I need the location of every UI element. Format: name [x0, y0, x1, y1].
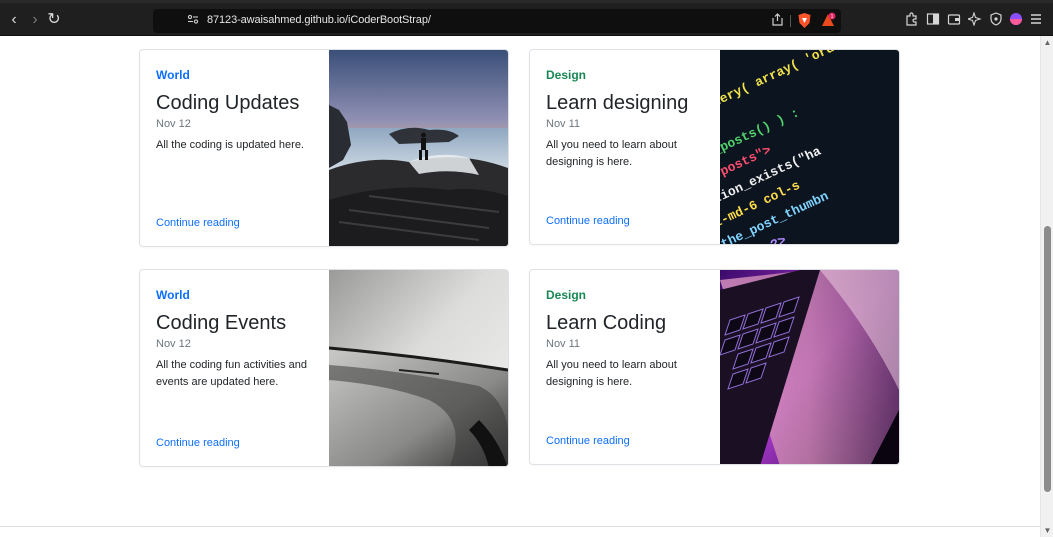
- card-title: Coding Updates: [156, 92, 300, 114]
- continue-reading-link[interactable]: Continue reading: [156, 437, 240, 449]
- code-screen-photo: WP_Query( array( 'ord ) ); have_posts() …: [720, 50, 899, 244]
- leo-ai-icon[interactable]: [966, 11, 983, 28]
- continue-reading-link[interactable]: Continue reading: [156, 217, 240, 229]
- laptop-keyboard-photo: [720, 270, 899, 464]
- card-title: Learn designing: [546, 92, 689, 114]
- share-icon[interactable]: [770, 13, 784, 29]
- scrollbar-thumb[interactable]: [1044, 226, 1051, 492]
- vertical-scrollbar[interactable]: ▲ ▼: [1040, 36, 1053, 537]
- card-date: Nov 12: [156, 338, 191, 350]
- card-body: Design Learn Coding Nov 11 All you need …: [546, 288, 711, 458]
- card-description: All you need to learn about designing is…: [546, 359, 677, 388]
- address-bar[interactable]: 87123-awaisahmed.github.io/iCoderBootStr…: [153, 9, 841, 33]
- card-category: Design: [546, 68, 587, 82]
- svg-text:1: 1: [831, 14, 834, 20]
- blog-card: Design Learn designing Nov 11 All you ne…: [529, 49, 900, 245]
- blog-card: World Coding Events Nov 12 All the codin…: [139, 269, 509, 467]
- card-body: World Coding Updates Nov 12 All the codi…: [156, 68, 321, 238]
- blog-card: Design Learn Coding Nov 11 All you need …: [529, 269, 900, 465]
- card-date: Nov 11: [546, 338, 581, 350]
- reload-button[interactable]: ↻: [46, 11, 62, 29]
- card-title: Learn Coding: [546, 312, 667, 334]
- brave-shields-icon[interactable]: [797, 12, 811, 28]
- scroll-up-arrow-icon[interactable]: ▲: [1043, 38, 1052, 47]
- separator: [790, 15, 791, 27]
- card-category: Design: [546, 288, 587, 302]
- browser-toolbar: ‹ › ↻ 87123-awaisahmed.github.io/iCoderB…: [0, 0, 1053, 36]
- site-settings-icon[interactable]: [186, 13, 200, 29]
- card-body: World Coding Events Nov 12 All the codin…: [156, 288, 321, 458]
- extensions-icon[interactable]: [904, 12, 920, 28]
- sidebar-icon[interactable]: [925, 12, 941, 28]
- menu-icon[interactable]: [1028, 12, 1044, 28]
- card-date: Nov 11: [546, 118, 581, 130]
- card-description: All the coding fun activities and events…: [156, 359, 308, 388]
- card-description: All the coding is updated here.: [156, 139, 304, 151]
- card-category: World: [156, 68, 190, 82]
- continue-reading-link[interactable]: Continue reading: [546, 215, 630, 227]
- phone-closeup-photo: [329, 270, 508, 466]
- back-button[interactable]: ‹: [6, 11, 22, 29]
- card-title: Coding Events: [156, 312, 287, 334]
- card-date: Nov 12: [156, 118, 191, 130]
- ocean-rocks-photo: [329, 50, 508, 246]
- card-category: World: [156, 288, 190, 302]
- url-text[interactable]: 87123-awaisahmed.github.io/iCoderBootStr…: [207, 14, 431, 26]
- continue-reading-link[interactable]: Continue reading: [546, 435, 630, 447]
- brave-rewards-icon[interactable]: 1: [820, 12, 836, 28]
- forward-button[interactable]: ›: [27, 11, 43, 29]
- wallet-icon[interactable]: [946, 12, 962, 28]
- blog-card: World Coding Updates Nov 12 All the codi…: [139, 49, 509, 247]
- card-body: Design Learn designing Nov 11 All you ne…: [546, 68, 711, 238]
- page-bottom-border: [0, 526, 1040, 527]
- scroll-down-arrow-icon[interactable]: ▼: [1043, 526, 1052, 535]
- page-content: World Coding Updates Nov 12 All the codi…: [0, 36, 1040, 527]
- profile-icon[interactable]: [1008, 12, 1024, 28]
- card-description: All you need to learn about designing is…: [546, 139, 677, 168]
- vpn-icon[interactable]: [988, 12, 1004, 28]
